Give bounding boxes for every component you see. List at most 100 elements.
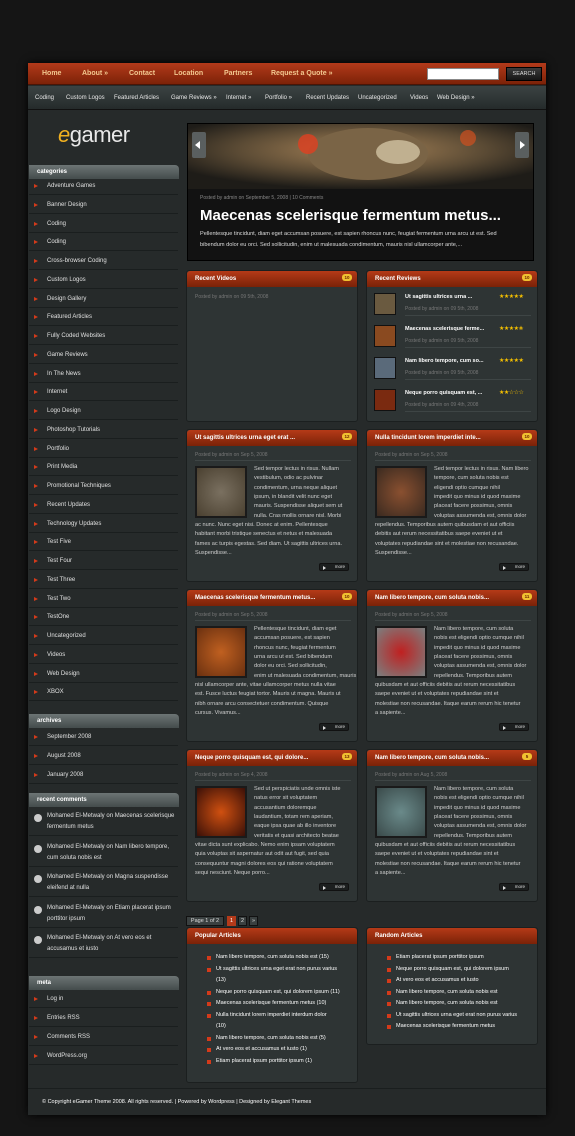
sidebar-category-link[interactable]: Custom Logos	[47, 277, 86, 283]
meta-link[interactable]: Entries RSS	[47, 1015, 80, 1021]
popular-article-link[interactable]: Nulla tincidunt lorem imperdiet interdum…	[216, 1010, 327, 1022]
sidebar-category-link[interactable]: Test Five	[47, 539, 71, 545]
review-thumbnail[interactable]	[374, 389, 396, 411]
post-thumbnail[interactable]	[195, 626, 247, 678]
recent-comment-link[interactable]: Mohamed El-Metwaly on Nam libero tempore…	[47, 844, 169, 850]
top-nav-item[interactable]: Location	[174, 70, 203, 77]
post-title-link[interactable]: Nulla tincidunt lorem imperdiet inte... 1…	[367, 430, 537, 446]
sidebar-category-link[interactable]: Technology Updates	[47, 521, 101, 527]
recent-comment-link[interactable]: Mohamed El-Metwaly on Maecenas scelerisq…	[47, 813, 174, 819]
random-article-link[interactable]: Maecenas scelerisque fermentum metus	[396, 1021, 495, 1033]
random-article-link[interactable]: Nam libero tempore, cum soluta nobis est	[396, 998, 498, 1010]
site-logo[interactable]: egamer	[58, 122, 130, 148]
sidebar-category-link[interactable]: Portfolio	[47, 446, 69, 452]
sidebar-category-link[interactable]: Test Three	[47, 577, 75, 583]
search-input[interactable]	[427, 68, 499, 80]
review-title-link[interactable]: Ut sagittis ultrices urna ...	[405, 294, 472, 300]
sidebar-category-link[interactable]: Banner Design	[47, 202, 87, 208]
archive-link[interactable]: August 2008	[47, 753, 81, 759]
category-nav-item[interactable]: Featured Articles	[114, 95, 159, 101]
post-thumbnail[interactable]	[195, 786, 247, 838]
sidebar-category-link[interactable]: Cross-browser Coding	[47, 258, 107, 264]
category-nav-item[interactable]: Portfolio »	[265, 95, 292, 101]
read-more-button[interactable]: more	[319, 883, 349, 891]
next-page-link[interactable]: »	[249, 916, 258, 926]
post-title-link[interactable]: Nam libero tempore, cum soluta nobis... 5	[367, 750, 537, 766]
category-nav-item[interactable]: Internet »	[226, 95, 251, 101]
top-nav-item[interactable]: Partners	[224, 70, 252, 77]
popular-article-link[interactable]: Nam libero tempore, cum soluta nobis est…	[216, 952, 329, 964]
sidebar-category-link[interactable]: Web Design	[47, 671, 80, 677]
category-nav-item[interactable]: Coding	[35, 95, 54, 101]
sidebar-category-link[interactable]: Adventure Games	[47, 183, 95, 189]
slider-prev-button[interactable]	[192, 132, 206, 158]
popular-article-link[interactable]: (10)	[216, 1021, 226, 1033]
post-thumbnail[interactable]	[195, 466, 247, 518]
read-more-button[interactable]: more	[319, 723, 349, 731]
read-more-button[interactable]: more	[499, 723, 529, 731]
category-nav-item[interactable]: Web Design »	[437, 95, 475, 101]
sidebar-category-link[interactable]: Test Four	[47, 558, 72, 564]
review-thumbnail[interactable]	[374, 293, 396, 315]
sidebar-category-link[interactable]: Internet	[47, 389, 67, 395]
meta-link[interactable]: Log in	[47, 996, 63, 1002]
read-more-button[interactable]: more	[499, 563, 529, 571]
top-nav-item[interactable]: Contact	[129, 70, 155, 77]
random-article-link[interactable]: Etiam placerat ipsum porttitor ipsum	[396, 952, 484, 964]
sidebar-category-link[interactable]: Featured Articles	[47, 314, 92, 320]
post-thumbnail[interactable]	[375, 786, 427, 838]
sidebar-category-link[interactable]: Coding	[47, 239, 66, 245]
popular-article-link[interactable]: Ut sagittis ultrices urna eget erat non …	[216, 964, 337, 976]
top-nav-item[interactable]: Request a Quote »	[271, 70, 332, 77]
sidebar-category-link[interactable]: XBOX	[47, 689, 64, 695]
review-thumbnail[interactable]	[374, 325, 396, 347]
sidebar-category-link[interactable]: Coding	[47, 221, 66, 227]
sidebar-category-link[interactable]: Game Reviews	[47, 352, 88, 358]
review-title-link[interactable]: Maecenas scelerisque ferme...	[405, 326, 484, 332]
category-nav-item[interactable]: Recent Updates	[306, 95, 349, 101]
recent-comment-link[interactable]: fermentum metus	[47, 824, 94, 830]
top-nav-item[interactable]: Home	[42, 70, 61, 77]
sidebar-category-link[interactable]: TestOne	[47, 614, 69, 620]
post-title-link[interactable]: Maecenas scelerisque fermentum metus... 1…	[187, 590, 357, 606]
meta-link[interactable]: WordPress.org	[47, 1053, 87, 1059]
read-more-button[interactable]: more	[319, 563, 349, 571]
review-thumbnail[interactable]	[374, 357, 396, 379]
sidebar-category-link[interactable]: Promotional Techniques	[47, 483, 111, 489]
popular-article-link[interactable]: Etiam placerat ipsum porttitor ipsum (1)	[216, 1056, 312, 1068]
random-article-link[interactable]: Ut sagittis ultrices urna eget erat non …	[396, 1010, 517, 1022]
page-2-link[interactable]: 2	[238, 916, 247, 926]
popular-article-link[interactable]: Nam libero tempore, cum soluta nobis est…	[216, 1033, 326, 1045]
random-article-link[interactable]: Neque porro quisquam est, qui dolorem ip…	[396, 964, 509, 976]
page-1-link[interactable]: 1	[227, 916, 236, 926]
sidebar-category-link[interactable]: Logo Design	[47, 408, 81, 414]
random-article-link[interactable]: Nam libero tempore, cum soluta nobis est	[396, 987, 498, 999]
sidebar-category-link[interactable]: Videos	[47, 652, 65, 658]
popular-article-link[interactable]: At vero eos et accusamus et iusto (1)	[216, 1044, 307, 1056]
recent-comment-link[interactable]: accusamus et iusto	[47, 946, 98, 952]
search-button[interactable]: SEARCH	[506, 67, 542, 81]
post-thumbnail[interactable]	[375, 466, 427, 518]
recent-comment-link[interactable]: eleifend at nulla	[47, 885, 89, 891]
popular-article-link[interactable]: Neque porro quisquam est, qui dolorem ip…	[216, 987, 340, 999]
post-title-link[interactable]: Neque porro quisquam est, qui dolore... 1…	[187, 750, 357, 766]
category-nav-item[interactable]: Videos	[410, 95, 428, 101]
popular-article-link[interactable]: Maecenas scelerisque fermentum metus (10…	[216, 998, 326, 1010]
sidebar-category-link[interactable]: Design Gallery	[47, 296, 86, 302]
featured-title[interactable]: Maecenas scelerisque fermentum metus...	[200, 207, 501, 224]
read-more-button[interactable]: more	[499, 883, 529, 891]
sidebar-category-link[interactable]: Uncategorized	[47, 633, 86, 639]
popular-article-link[interactable]: (13)	[216, 975, 226, 987]
sidebar-category-link[interactable]: Photoshop Tutorials	[47, 427, 100, 433]
recent-comment-link[interactable]: porttitor ipsum	[47, 916, 85, 922]
archive-link[interactable]: September 2008	[47, 734, 91, 740]
review-title-link[interactable]: Nam libero tempore, cum so...	[405, 358, 484, 364]
sidebar-category-link[interactable]: Recent Updates	[47, 502, 90, 508]
sidebar-category-link[interactable]: Fully Coded Websites	[47, 333, 105, 339]
review-title-link[interactable]: Neque porro quisquam est, ...	[405, 390, 482, 396]
top-nav-item[interactable]: About »	[82, 70, 108, 77]
sidebar-category-link[interactable]: Test Two	[47, 596, 71, 602]
random-article-link[interactable]: At vero eos et accusamus et iusto	[396, 975, 479, 987]
category-nav-item[interactable]: Game Reviews »	[171, 95, 217, 101]
slider-next-button[interactable]	[515, 132, 529, 158]
